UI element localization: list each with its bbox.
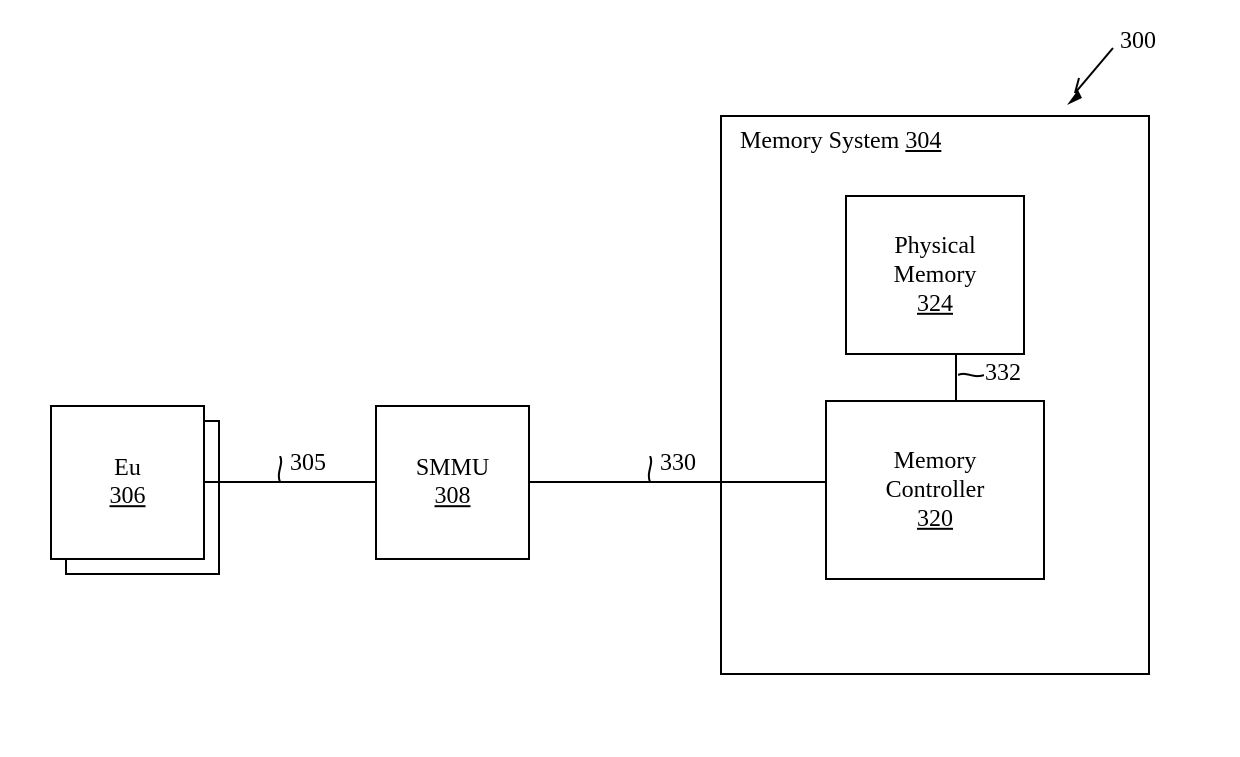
connector-eu-smmu-label: 305 xyxy=(290,450,326,477)
smmu-ref: 308 xyxy=(435,484,471,510)
memory-controller-label2: Controller xyxy=(886,477,985,503)
smmu-label: SMMU xyxy=(416,455,489,481)
memory-system-label: Memory System 304 xyxy=(740,128,941,155)
figure-ref-label: 300 xyxy=(1120,28,1156,55)
connector-phys-memctrl xyxy=(955,355,957,400)
connector-smmu-memctrl xyxy=(530,481,825,483)
connector-eu-smmu-tick-icon xyxy=(270,456,290,482)
connector-smmu-memctrl-tick-icon xyxy=(640,456,660,482)
physical-memory-label1: Physical xyxy=(894,233,975,259)
memory-controller-label1: Memory xyxy=(894,448,977,474)
eu-label: Eu xyxy=(114,455,141,481)
eu-box: Eu 306 xyxy=(50,405,205,560)
memory-controller-ref: 320 xyxy=(917,505,953,531)
memory-controller-box: Memory Controller 320 xyxy=(825,400,1045,580)
connector-phys-memctrl-tick-icon xyxy=(958,365,984,385)
connector-phys-memctrl-label: 332 xyxy=(985,360,1021,387)
figure-arrow-icon xyxy=(1055,38,1125,113)
diagram-canvas: { "figure_ref": "300", "eu": { "label": … xyxy=(0,0,1240,757)
physical-memory-ref: 324 xyxy=(917,290,953,316)
smmu-box: SMMU 308 xyxy=(375,405,530,560)
eu-ref: 306 xyxy=(110,484,146,510)
connector-smmu-memctrl-label: 330 xyxy=(660,450,696,477)
physical-memory-box: Physical Memory 324 xyxy=(845,195,1025,355)
connector-eu-smmu xyxy=(205,481,375,483)
physical-memory-label2: Memory xyxy=(894,262,977,288)
